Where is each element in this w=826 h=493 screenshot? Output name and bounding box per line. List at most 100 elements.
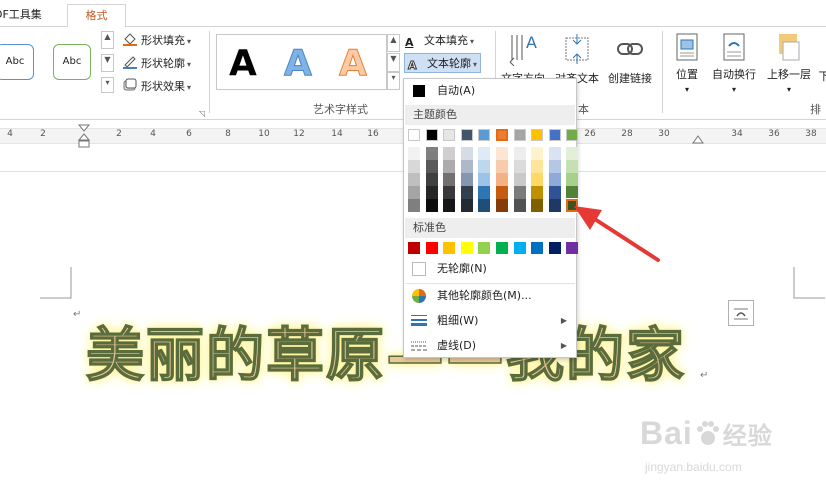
- theme-shade-swatch[interactable]: [408, 173, 420, 186]
- theme-shade-swatch[interactable]: [425, 199, 438, 212]
- theme-shade-swatch[interactable]: [548, 186, 561, 199]
- tab-format[interactable]: 格式: [67, 4, 126, 28]
- theme-shade-swatch[interactable]: [531, 147, 544, 160]
- theme-shade-swatch[interactable]: [496, 186, 508, 199]
- theme-shade-swatch[interactable]: [460, 160, 473, 173]
- standard-color-swatch[interactable]: [443, 242, 456, 254]
- theme-shade-swatch[interactable]: [478, 186, 491, 199]
- theme-shade-swatch[interactable]: [531, 173, 544, 186]
- standard-color-swatch[interactable]: [460, 242, 473, 254]
- theme-shade-swatch[interactable]: [566, 160, 579, 173]
- create-link-button[interactable]: 创建链接: [605, 32, 655, 86]
- theme-shade-swatch[interactable]: [531, 160, 544, 173]
- theme-color-swatch[interactable]: [513, 129, 526, 141]
- wordart-style-black[interactable]: A: [229, 42, 257, 86]
- no-outline-option[interactable]: 无轮廓(N): [405, 258, 575, 280]
- theme-color-swatch[interactable]: [478, 129, 491, 141]
- shape-fill-button[interactable]: 形状填充 ▾: [122, 31, 191, 51]
- shape-gallery-more[interactable]: ▾: [101, 77, 114, 93]
- theme-shade-swatch[interactable]: [496, 199, 508, 212]
- shape-gallery-scroll-down[interactable]: ▼: [101, 54, 114, 72]
- theme-color-swatch[interactable]: [566, 129, 579, 141]
- layout-options-button[interactable]: [728, 300, 754, 326]
- theme-color-swatch[interactable]: [496, 129, 508, 141]
- theme-color-swatch[interactable]: [460, 129, 473, 141]
- theme-shade-swatch[interactable]: [443, 186, 456, 199]
- theme-shade-swatch[interactable]: [460, 199, 473, 212]
- theme-shade-swatch[interactable]: [478, 199, 491, 212]
- shape-outline-button[interactable]: 形状轮廓 ▾: [122, 54, 191, 74]
- theme-shade-swatch[interactable]: [443, 199, 456, 212]
- bring-forward-button[interactable]: 上移一层 ▾: [763, 32, 815, 95]
- right-indent-marker[interactable]: [692, 135, 704, 145]
- theme-shade-swatch[interactable]: [513, 199, 526, 212]
- tab-pdf-tools[interactable]: DF工具集: [0, 4, 48, 28]
- wordart-gallery-more[interactable]: ▾: [387, 72, 400, 90]
- standard-color-swatch[interactable]: [531, 242, 544, 254]
- more-colors-option[interactable]: 其他轮廓颜色(M)...: [405, 285, 575, 307]
- theme-shade-swatch[interactable]: [408, 199, 420, 212]
- theme-shade-swatch[interactable]: [443, 147, 456, 160]
- theme-shade-swatch[interactable]: [408, 160, 420, 173]
- shape-style-sample-1[interactable]: Abc: [0, 44, 34, 80]
- theme-shade-swatch[interactable]: [408, 147, 420, 160]
- theme-shade-swatch[interactable]: [478, 173, 491, 186]
- theme-shade-swatch[interactable]: [513, 160, 526, 173]
- send-backward-button[interactable]: 下: [814, 68, 826, 84]
- theme-color-swatch[interactable]: [443, 129, 456, 141]
- theme-shade-swatch[interactable]: [548, 173, 561, 186]
- theme-color-swatch[interactable]: [408, 129, 420, 141]
- auto-color-option[interactable]: 自动(A): [405, 80, 575, 102]
- standard-color-swatch[interactable]: [408, 242, 420, 254]
- wordart-style-orange[interactable]: A: [339, 42, 368, 86]
- theme-shade-swatch[interactable]: [548, 199, 561, 212]
- theme-shade-swatch[interactable]: [513, 186, 526, 199]
- shape-styles-dialog-launcher[interactable]: ◹: [199, 109, 205, 118]
- wordart-gallery-scroll-down[interactable]: ▼: [387, 53, 400, 72]
- theme-shade-swatch[interactable]: [531, 199, 544, 212]
- standard-color-swatch[interactable]: [478, 242, 491, 254]
- theme-shade-swatch[interactable]: [443, 160, 456, 173]
- standard-color-swatch[interactable]: [513, 242, 526, 254]
- theme-shade-swatch[interactable]: [460, 186, 473, 199]
- theme-shade-swatch[interactable]: [443, 173, 456, 186]
- theme-shade-swatch[interactable]: [566, 173, 579, 186]
- wordart-gallery-scroll-up[interactable]: ▲: [387, 34, 400, 52]
- dashes-option[interactable]: 虚线(D) ▶: [405, 335, 575, 357]
- shape-style-sample-2[interactable]: Abc: [53, 44, 91, 80]
- text-fill-button[interactable]: A 文本填充 ▾: [405, 31, 474, 51]
- standard-color-swatch[interactable]: [496, 242, 508, 254]
- theme-shade-swatch[interactable]: [460, 147, 473, 160]
- theme-shade-swatch[interactable]: [478, 147, 491, 160]
- theme-shade-swatch[interactable]: [478, 160, 491, 173]
- theme-shade-swatch[interactable]: [496, 173, 508, 186]
- theme-shade-swatch[interactable]: [548, 147, 561, 160]
- theme-shade-swatch[interactable]: [425, 147, 438, 160]
- shape-effects-button[interactable]: 形状效果 ▾: [122, 77, 191, 97]
- theme-shade-swatch[interactable]: [496, 160, 508, 173]
- shape-gallery-scroll-up[interactable]: ▲: [101, 31, 114, 49]
- theme-shade-swatch[interactable]: [408, 186, 420, 199]
- theme-shade-swatch[interactable]: [425, 186, 438, 199]
- theme-shade-swatch[interactable]: [460, 173, 473, 186]
- theme-shade-swatch[interactable]: [425, 173, 438, 186]
- theme-shade-swatch[interactable]: [566, 147, 579, 160]
- theme-shade-swatch[interactable]: [496, 147, 508, 160]
- theme-shade-swatch[interactable]: [531, 186, 544, 199]
- weight-option[interactable]: 粗细(W) ▶: [405, 310, 575, 332]
- theme-color-swatch[interactable]: [548, 129, 561, 141]
- standard-color-swatch[interactable]: [425, 242, 438, 254]
- wrap-text-button[interactable]: 自动换行 ▾: [708, 32, 760, 95]
- theme-shade-swatch[interactable]: [513, 147, 526, 160]
- theme-shade-swatch[interactable]: [513, 173, 526, 186]
- position-button[interactable]: 位置 ▾: [672, 32, 702, 95]
- theme-shade-swatch[interactable]: [566, 186, 579, 199]
- theme-shade-swatch[interactable]: [548, 160, 561, 173]
- wordart-text[interactable]: 美丽的草原——我的家: [85, 320, 686, 390]
- text-outline-button[interactable]: A 文本轮廓 ▾: [404, 53, 482, 73]
- theme-color-swatch[interactable]: [425, 129, 438, 141]
- indent-marker[interactable]: [77, 124, 91, 154]
- theme-shade-swatch[interactable]: [425, 160, 438, 173]
- wordart-style-blue[interactable]: A: [284, 42, 313, 86]
- theme-color-swatch[interactable]: [531, 129, 544, 141]
